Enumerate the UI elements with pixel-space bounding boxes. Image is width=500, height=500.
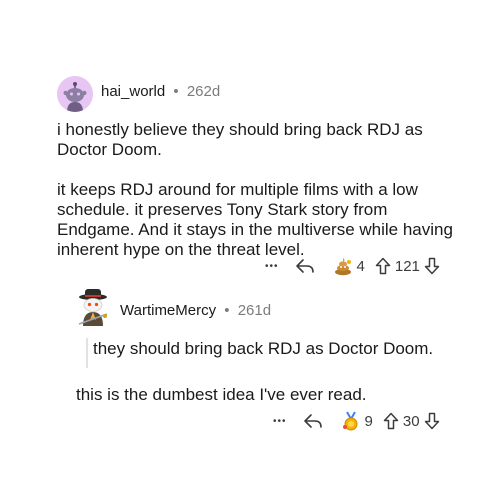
downvote-button[interactable] bbox=[424, 412, 440, 430]
reply-actions: ••• 9 30 bbox=[273, 411, 440, 431]
snoo-detective-avatar-icon bbox=[78, 289, 108, 326]
upvote-button[interactable] bbox=[375, 257, 391, 275]
avatar[interactable] bbox=[73, 286, 113, 326]
reply-body: they should bring back RDJ as Doctor Doo… bbox=[76, 339, 473, 404]
thread-line[interactable] bbox=[86, 338, 88, 368]
award-button[interactable] bbox=[333, 256, 353, 276]
downvote-arrow-icon bbox=[424, 257, 440, 275]
comment-paragraph: they should bring back RDJ as Doctor Doo… bbox=[93, 339, 434, 358]
vote-score: 121 bbox=[394, 257, 420, 275]
username-link[interactable]: WartimeMercy bbox=[120, 302, 216, 319]
comment-header: hai_world • 262d bbox=[101, 83, 220, 100]
award-count: 9 bbox=[364, 412, 373, 430]
vote-score: 30 bbox=[402, 412, 420, 430]
medal-award-icon bbox=[342, 411, 358, 431]
more-options-button[interactable]: ••• bbox=[273, 416, 287, 427]
comment-age: 261d bbox=[237, 302, 272, 319]
reply-arrow-icon bbox=[295, 259, 314, 273]
upvote-arrow-icon bbox=[383, 412, 399, 430]
comment-paragraph: i honestly believe they should bring bac… bbox=[57, 120, 423, 159]
comment-age: 262d bbox=[186, 83, 221, 100]
poop-award-icon bbox=[334, 258, 351, 276]
reply-button[interactable] bbox=[295, 258, 315, 274]
meta-separator: • bbox=[173, 83, 179, 100]
meta-separator: • bbox=[224, 302, 230, 319]
upvote-button[interactable] bbox=[383, 412, 399, 430]
reply-arrow-icon bbox=[303, 414, 322, 428]
downvote-button[interactable] bbox=[424, 257, 440, 275]
award-count: 4 bbox=[356, 257, 365, 275]
comment-actions: ••• 4 121 bbox=[265, 256, 440, 276]
snoo-avatar-icon bbox=[57, 76, 93, 112]
award-button[interactable] bbox=[341, 411, 361, 431]
downvote-arrow-icon bbox=[424, 412, 439, 430]
comment-paragraph: it keeps RDJ around for multiple films w… bbox=[57, 180, 453, 259]
reply-button[interactable] bbox=[303, 413, 323, 429]
more-options-button[interactable]: ••• bbox=[265, 261, 279, 272]
avatar[interactable] bbox=[57, 76, 93, 112]
reply-header: WartimeMercy • 261d bbox=[120, 302, 271, 319]
username-link[interactable]: hai_world bbox=[101, 83, 165, 100]
comment-paragraph: this is the dumbest idea I've ever read. bbox=[76, 385, 367, 404]
more-options-icon: ••• bbox=[265, 260, 279, 272]
more-options-icon: ••• bbox=[273, 415, 287, 427]
upvote-arrow-icon bbox=[375, 257, 391, 275]
